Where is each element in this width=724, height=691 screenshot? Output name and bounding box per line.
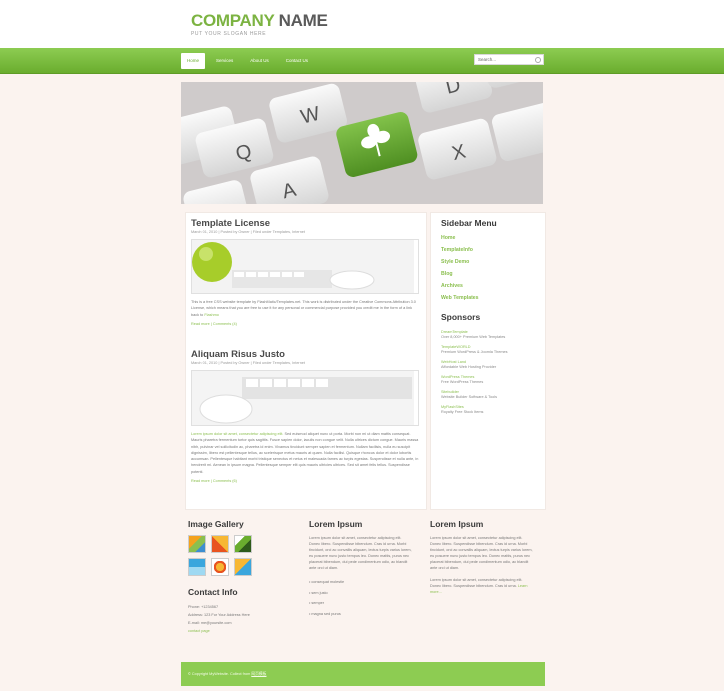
sponsor-desc: Over 8,000+ Premium Web Templates [441,335,506,339]
post-1: Template License March 01, 2010 | Posted… [191,218,419,326]
brand-name: COMPANY NAME [191,11,328,30]
footer-col-text: Lorem ipsum dolor sit amet, consectetur … [430,536,533,570]
lead-link[interactable]: Lorem ipsum dolor sit amet, consectetur … [191,432,283,436]
sponsor-desc: Royalty Free Stock Items [441,410,484,414]
header: COMPANY NAME PUT YOUR SLOGAN HERE [0,0,724,48]
footer-col-3: Lorem Ipsum Lorem ipsum dolor sit amet, … [430,519,534,595]
mouse-keyboard-image [192,371,414,425]
contact-address: Address: 123 For Your Address Here [188,613,250,617]
contact-email: E-mail: me@yoursite.com [188,621,232,625]
sidebar-item-home[interactable]: Home [441,232,541,244]
logo[interactable]: COMPANY NAME PUT YOUR SLOGAN HERE [191,11,328,38]
sponsor-desc: Free WordPress Themes [441,380,484,384]
sidebar-item-web-templates[interactable]: Web Templates [441,292,541,304]
gallery-thumb[interactable] [234,535,252,553]
sponsor-desc: Website Builder Software & Tools [441,395,497,399]
footer-col-text: Lorem ipsum dolor sit amet, consectetur … [430,578,528,594]
sidebar-item-style-demo[interactable]: Style Demo [441,256,541,268]
post-meta: March 01, 2010 | Posted by Owner | Filed… [191,230,305,234]
footer-bullet-list: • consequat molestie • sem justo • sempe… [309,577,413,619]
sidebar-item-blog[interactable]: Blog [441,268,541,280]
contact-page-link[interactable]: contact page [188,627,298,635]
sponsor-desc: Premium WordPress & Joomla Themes [441,350,508,354]
footer-col-title: Lorem Ipsum [430,519,484,529]
post-text: Lorem ipsum dolor sit amet, consectetur … [191,432,419,474]
sponsors-list: DreamTemplate Over 8,000+ Premium Web Te… [441,330,541,415]
navbar: Home Services About Us Contact Us Search… [0,48,724,74]
list-item[interactable]: • semper [309,598,413,609]
keyboard-illustration: Q W D A X [181,82,543,204]
post-title[interactable]: Aliquam Risus Justo [191,349,419,360]
sidebar-menu-title: Sidebar Menu [441,218,497,228]
footer-col-2: Lorem Ipsum Lorem ipsum dolor sit amet, … [309,519,413,619]
gallery-thumb[interactable] [188,558,206,576]
gallery-thumb[interactable] [211,535,229,553]
footer-col-title: Lorem Ipsum [309,519,363,529]
copyright-bar: © Copyright MyWebsite. Collect from 网页模板 [181,662,545,686]
sidebar-item-archives[interactable]: Archives [441,280,541,292]
main-nav: Home Services About Us Contact Us [181,53,319,69]
contact-phone: Phone: +1234567 [188,605,219,609]
sidebar-menu: Home TemplateInfo Style Demo Blog Archiv… [441,232,541,304]
nav-home[interactable]: Home [181,53,206,69]
post-image [191,370,419,426]
slogan: PUT YOUR SLOGAN HERE [191,31,267,37]
sidebar: Sidebar Menu Home TemplateInfo Style Dem… [430,212,546,510]
main-content: Template License March 01, 2010 | Posted… [185,212,427,510]
copyright-link[interactable]: 网页模板 [251,672,266,676]
hero-image: Q W D A X [181,82,543,204]
list-item[interactable]: • magna sed purus [309,609,413,620]
list-item[interactable]: • consequat molestie [309,577,413,588]
footer: Image Gallery Contact Info Phone: +12345… [0,508,724,662]
contact-title: Contact Info [188,587,238,597]
footer-col-text: Lorem ipsum dolor sit amet, consectetur … [309,536,412,570]
gallery-thumb[interactable] [234,558,252,576]
gallery-thumb[interactable] [188,535,206,553]
read-more-link[interactable]: Read more | Comments (6) [191,479,419,483]
post-image [191,239,419,294]
nav-contact[interactable]: Contact Us [280,53,314,69]
nav-services[interactable]: Services [210,53,239,69]
post-title[interactable]: Template License [191,218,419,229]
flashmo-link[interactable]: Flashmo [204,313,219,317]
search-icon[interactable] [535,57,541,63]
gallery-thumb[interactable] [211,558,229,576]
apple-keyboard-image [192,240,414,293]
read-more-link[interactable]: Read more | Comments (4) [191,322,419,326]
post-text: This is a free CSS website template by F… [191,300,416,317]
footer-col-gallery: Image Gallery Contact Info Phone: +12345… [188,519,298,635]
gallery-title: Image Gallery [188,519,244,529]
sidebar-item-templateinfo[interactable]: TemplateInfo [441,244,541,256]
contact-info: Phone: +1234567 Address: 123 For Your Ad… [188,603,298,635]
list-item[interactable]: • sem justo [309,588,413,599]
sponsor-desc: Affordable Web Hosting Provider [441,365,497,369]
sponsors-title: Sponsors [441,312,481,322]
image-gallery [188,535,298,576]
post-meta: March 01, 2010 | Posted by Owner | Filed… [191,361,305,365]
nav-about[interactable]: About Us [244,53,275,69]
post-2: Aliquam Risus Justo March 01, 2010 | Pos… [191,349,419,483]
search-input[interactable]: Search... [474,54,544,65]
